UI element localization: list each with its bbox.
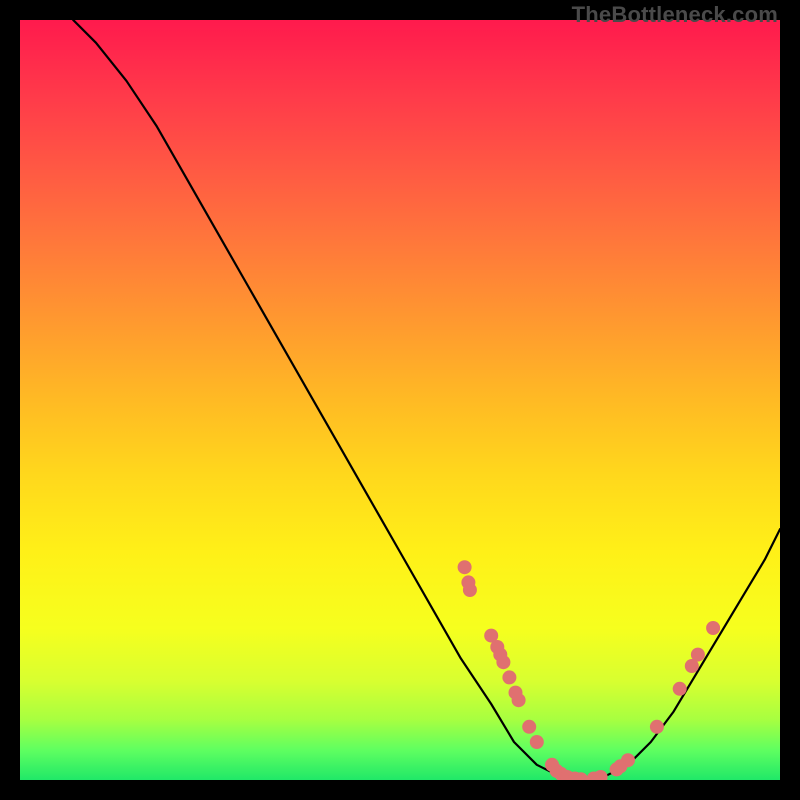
- data-marker: [621, 753, 635, 767]
- data-marker: [512, 693, 526, 707]
- attribution-label: TheBottleneck.com: [572, 2, 778, 28]
- data-marker: [691, 648, 705, 662]
- data-marker: [594, 770, 608, 780]
- chart-svg: [20, 20, 780, 780]
- data-marker: [530, 735, 544, 749]
- data-marker: [496, 655, 510, 669]
- data-marker: [502, 670, 516, 684]
- data-marker: [673, 682, 687, 696]
- chart-frame: [20, 20, 780, 780]
- data-marker: [458, 560, 472, 574]
- data-marker: [522, 720, 536, 734]
- data-marker: [463, 583, 477, 597]
- bottleneck-curve: [73, 20, 780, 780]
- marker-group: [458, 560, 720, 780]
- data-marker: [706, 621, 720, 635]
- data-marker: [650, 720, 664, 734]
- plot-area: [20, 20, 780, 780]
